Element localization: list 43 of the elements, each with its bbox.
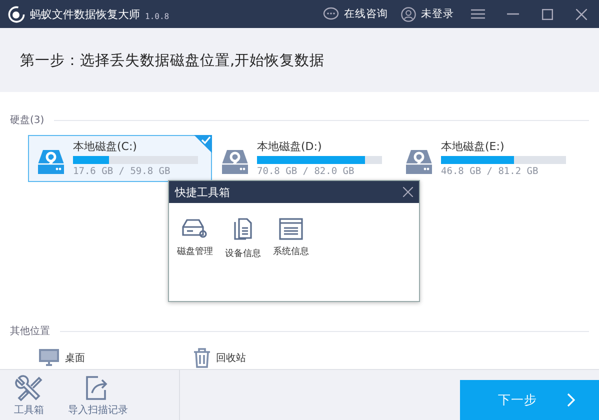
disk-card[interactable]: 本地磁盘(D:) 70.8 GB / 82.0 GB [212, 135, 396, 182]
disk-card[interactable]: 本地磁盘(C:) 17.6 GB / 59.8 GB [28, 135, 212, 182]
disk-name: 本地磁盘(E:) [441, 139, 506, 154]
hard-drive-icon [37, 149, 65, 175]
dialog-title: 快捷工具箱 [175, 184, 231, 200]
tool-button[interactable]: 系统信息 [271, 218, 311, 260]
close-icon[interactable] [403, 187, 413, 197]
hard-drive-icon [405, 149, 433, 175]
disk-card[interactable]: 本地磁盘(E:) 46.8 GB / 81.2 GB [396, 135, 580, 182]
chat-bubble-icon [323, 7, 339, 21]
monitor-icon [38, 348, 60, 368]
minimize-icon[interactable] [507, 13, 519, 15]
check-icon [194, 135, 212, 153]
menu-icon[interactable] [471, 9, 485, 19]
version-label: 1.0.8 [145, 12, 170, 21]
step-instruction: 第一步：选择丢失数据磁盘位置,开始恢复数据 [20, 52, 325, 70]
window-title: 蚂蚁文件数据恢复大师 [30, 6, 140, 22]
location-item[interactable]: 回收站 [193, 348, 348, 368]
chevron-right-icon [567, 393, 575, 407]
disk-usage: 46.8 GB / 81.2 GB [441, 166, 540, 177]
hard-drive-icon [221, 149, 249, 175]
user-icon [401, 6, 416, 22]
close-icon[interactable] [576, 8, 587, 20]
disk-usage: 17.6 GB / 59.8 GB [73, 166, 172, 177]
window-list-icon [279, 218, 303, 240]
section-title: 其他位置 [10, 324, 50, 338]
disk-settings-icon [182, 218, 208, 240]
documents-icon [232, 218, 254, 242]
consult-button[interactable]: 在线咨询 [319, 7, 392, 21]
disk-name: 本地磁盘(C:) [73, 139, 138, 154]
trash-icon [193, 348, 211, 368]
toolbar-button[interactable]: 工具箱 [10, 370, 48, 420]
section-title: 硬盘(3) [10, 114, 44, 127]
disk-name: 本地磁盘(D:) [257, 139, 323, 154]
app-logo-icon [8, 6, 25, 22]
wrench-screwdriver-icon [15, 374, 43, 402]
toolbar-button[interactable]: 导入扫描记录 [64, 370, 132, 420]
maximize-icon[interactable] [542, 8, 553, 20]
location-item[interactable]: 桌面 [38, 348, 193, 368]
disk-usage: 70.8 GB / 82.0 GB [257, 166, 356, 177]
tool-button[interactable]: 设备信息 [223, 218, 263, 260]
tool-button[interactable]: 磁盘管理 [175, 218, 215, 260]
login-button[interactable]: 未登录 [397, 6, 458, 22]
